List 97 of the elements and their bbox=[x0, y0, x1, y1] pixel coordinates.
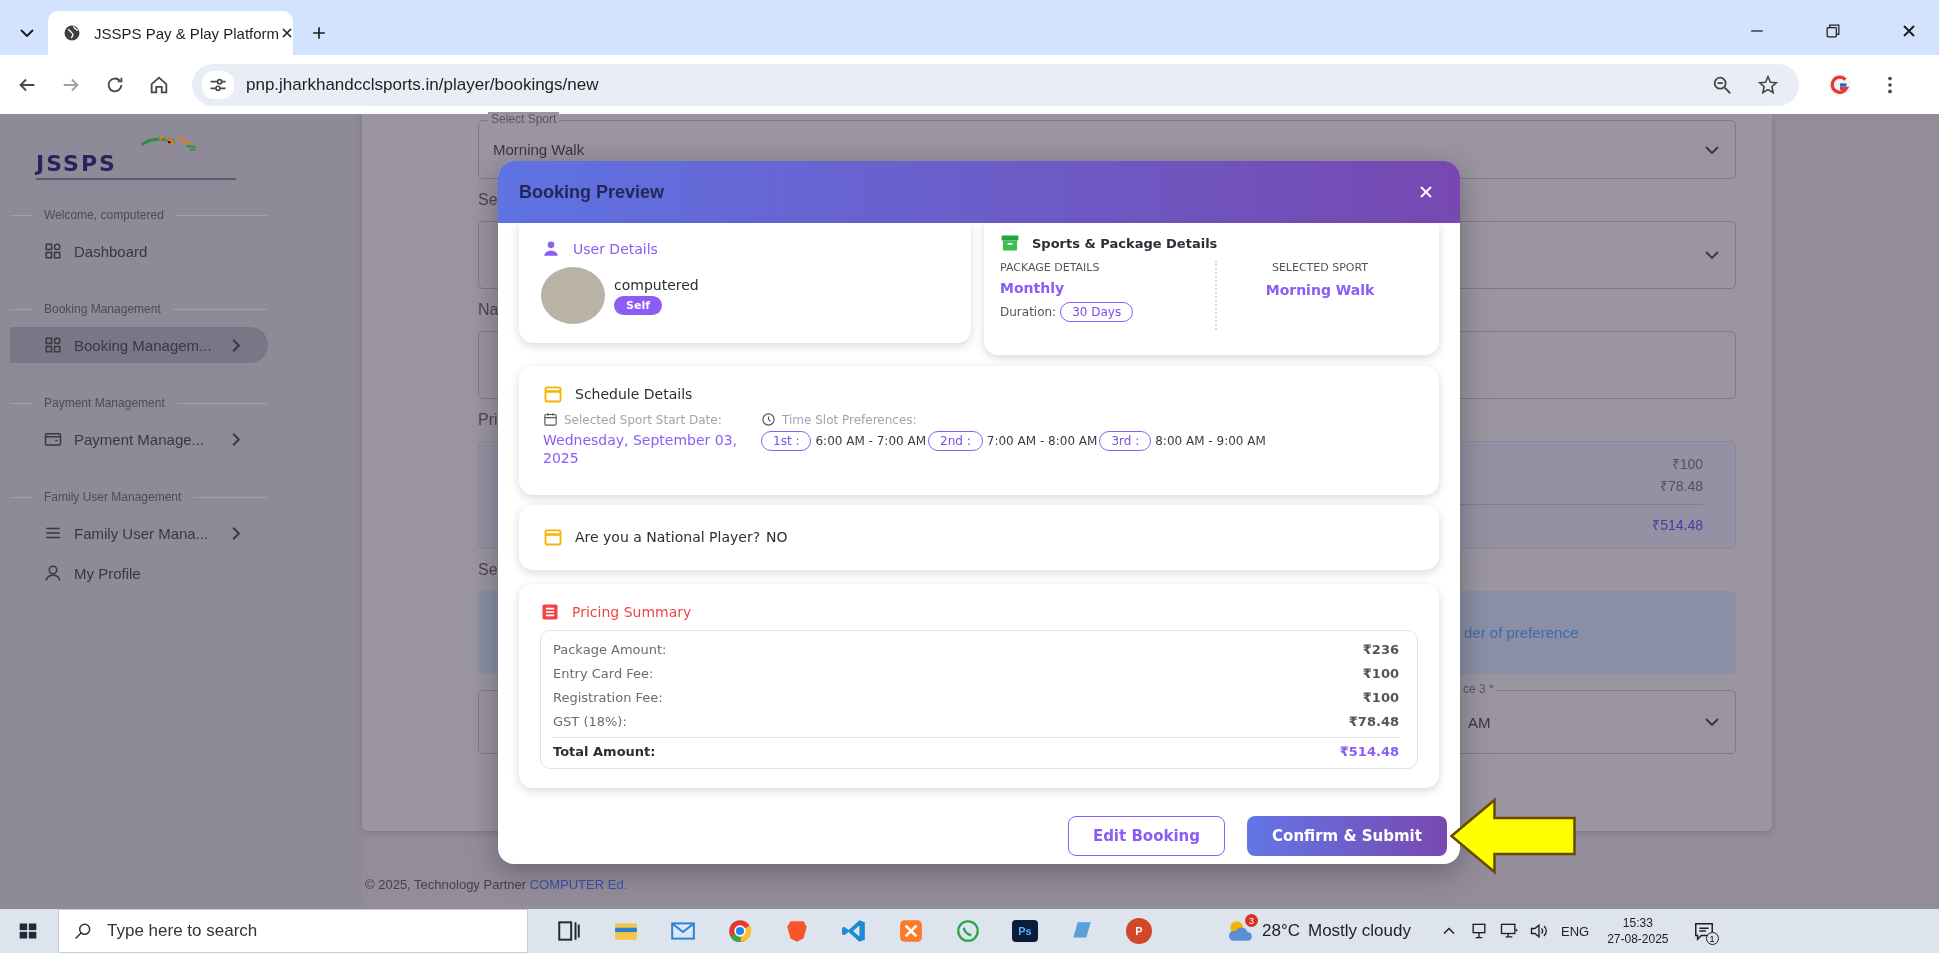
sidebar-item[interactable]: Dashboard bbox=[10, 233, 268, 269]
clock-icon bbox=[761, 412, 776, 427]
calendar-icon bbox=[543, 384, 563, 404]
weather-icon bbox=[1226, 918, 1254, 944]
field-label: Time Slot Preferences: bbox=[782, 412, 917, 427]
temperature: 28°C bbox=[1262, 921, 1300, 941]
price-label: Package Amount: bbox=[553, 641, 667, 657]
section-label: Payment Management bbox=[44, 396, 165, 410]
sidebar-item[interactable]: Booking Managem... bbox=[10, 327, 268, 363]
clock[interactable]: 15:33 27-08-2025 bbox=[1607, 915, 1669, 947]
calendar-icon bbox=[543, 412, 558, 427]
price-value: ₹236 bbox=[1362, 641, 1399, 657]
search-icon bbox=[73, 921, 93, 941]
wallet-icon bbox=[44, 430, 62, 448]
info-text: der of preference bbox=[1463, 624, 1579, 641]
price-value: ₹78.48 bbox=[1659, 477, 1703, 496]
section-label: Welcome, computered bbox=[44, 208, 164, 222]
price-value: ₹100 bbox=[1362, 689, 1399, 705]
section-heading: Se bbox=[478, 191, 498, 210]
weather-condition: Mostly cloudy bbox=[1308, 921, 1411, 941]
person-icon bbox=[44, 564, 62, 582]
field-label: PACKAGE DETAILS bbox=[1000, 261, 1101, 274]
card-heading: Sports & Package Details bbox=[1032, 235, 1218, 251]
national-player-answer: NO bbox=[766, 529, 788, 545]
tab-list-icon[interactable] bbox=[20, 29, 34, 37]
chevron-down-icon bbox=[1705, 718, 1719, 726]
task-view-icon[interactable] bbox=[556, 918, 582, 944]
box-icon bbox=[1000, 233, 1020, 253]
speaker-icon[interactable] bbox=[1528, 921, 1549, 941]
chevron-down-icon bbox=[1705, 145, 1719, 154]
package-value: Monthly bbox=[1000, 280, 1066, 296]
globe-icon bbox=[62, 23, 82, 43]
sidebar-item[interactable]: Family User Mana... bbox=[10, 515, 268, 551]
user-icon bbox=[541, 239, 561, 259]
chevron-down-icon bbox=[1705, 251, 1719, 259]
section-heading: Na bbox=[478, 301, 499, 320]
field-label: Selected Sport Start Date: bbox=[564, 412, 722, 427]
url-text: pnp.jharkhandcclsports.in/player/bookings/new bbox=[246, 74, 600, 95]
slot-time: 8:00 AM - 9:00 AM bbox=[1155, 434, 1266, 448]
dialog-title: Booking Preview bbox=[519, 181, 666, 203]
calendar-icon bbox=[543, 527, 563, 547]
browser-icon[interactable] bbox=[727, 918, 753, 944]
card-heading: Pricing Summary bbox=[572, 604, 692, 620]
app-icon[interactable]: Ps bbox=[1012, 920, 1038, 942]
confirm-button[interactable]: Confirm & Submit bbox=[1247, 816, 1447, 856]
price-value: ₹78.48 bbox=[1348, 713, 1399, 729]
profile-icon[interactable] bbox=[1827, 71, 1853, 98]
tab-title: JSSPS Pay & Play Platform bbox=[94, 24, 280, 42]
national-player-question: Are you a National Player? bbox=[575, 529, 761, 545]
grid-icon bbox=[44, 336, 62, 354]
edit-button[interactable]: Edit Booking bbox=[1067, 816, 1225, 856]
duration-label: Duration: bbox=[1000, 305, 1057, 319]
browser-tab[interactable]: JSSPS Pay & Play Platform bbox=[48, 11, 293, 55]
price-label: Registration Fee: bbox=[553, 689, 663, 705]
logo-text: JSSPS bbox=[36, 152, 117, 176]
section-heading: Pri bbox=[478, 411, 498, 430]
user-name: computered bbox=[614, 276, 699, 293]
field-label: ce 3 * bbox=[1460, 682, 1497, 696]
address-bar[interactable]: pnp.jharkhandcclsports.in/player/bookings/new bbox=[192, 63, 1799, 106]
sidebar-item[interactable]: Payment Manage... bbox=[10, 421, 268, 457]
sidebar-item[interactable]: My Profile bbox=[10, 555, 268, 591]
slot-time: 6:00 AM - 7:00 AM bbox=[815, 434, 927, 448]
field-label: SELECTED SPORT bbox=[1271, 261, 1369, 274]
grid-icon bbox=[44, 242, 62, 260]
windows-start-icon[interactable] bbox=[18, 921, 38, 941]
code-editor-icon[interactable] bbox=[841, 918, 867, 944]
chat-icon[interactable] bbox=[955, 918, 981, 944]
card-heading: User Details bbox=[573, 241, 658, 257]
notification-icon[interactable] bbox=[1692, 920, 1715, 942]
field-label: Select Sport bbox=[488, 112, 560, 126]
role-badge: Self bbox=[614, 295, 662, 315]
slot-time: 7:00 AM - 8:00 AM bbox=[986, 434, 1098, 448]
section-heading: Se bbox=[478, 561, 498, 580]
app-icon[interactable]: P bbox=[1126, 918, 1152, 944]
card-heading: Schedule Details bbox=[575, 386, 693, 402]
total-label: Total Amount: bbox=[553, 743, 656, 759]
sport-value: Morning Walk bbox=[1265, 282, 1375, 298]
price-value: ₹100 bbox=[1671, 455, 1703, 474]
footer-text: © 2025, Technology Partner COMPUTER Ed. bbox=[365, 877, 629, 892]
weather-badge: 3 bbox=[1245, 914, 1258, 927]
notification-badge: 1 bbox=[1705, 932, 1719, 945]
total-value: ₹514.48 bbox=[1339, 743, 1399, 759]
language-indicator[interactable]: ENG bbox=[1560, 923, 1590, 939]
section-label: Booking Management bbox=[44, 302, 161, 316]
pointing-arrow-icon bbox=[1449, 797, 1578, 875]
site-settings-icon[interactable] bbox=[202, 70, 234, 99]
app-icon[interactable] bbox=[898, 918, 924, 944]
section-label: Family User Management bbox=[44, 490, 182, 504]
price-label: Entry Card Fee: bbox=[553, 665, 654, 681]
list-icon bbox=[540, 602, 560, 622]
display-icon[interactable] bbox=[1498, 921, 1519, 941]
search-field[interactable]: Type here to search bbox=[58, 909, 528, 953]
bookmark-star-icon[interactable] bbox=[1757, 73, 1779, 96]
start-date: Wednesday, September 03, 2025 bbox=[543, 431, 739, 467]
price-value: ₹100 bbox=[1362, 665, 1399, 681]
price-label: GST (18%): bbox=[553, 713, 627, 729]
total-value: ₹514.48 bbox=[1652, 516, 1703, 535]
